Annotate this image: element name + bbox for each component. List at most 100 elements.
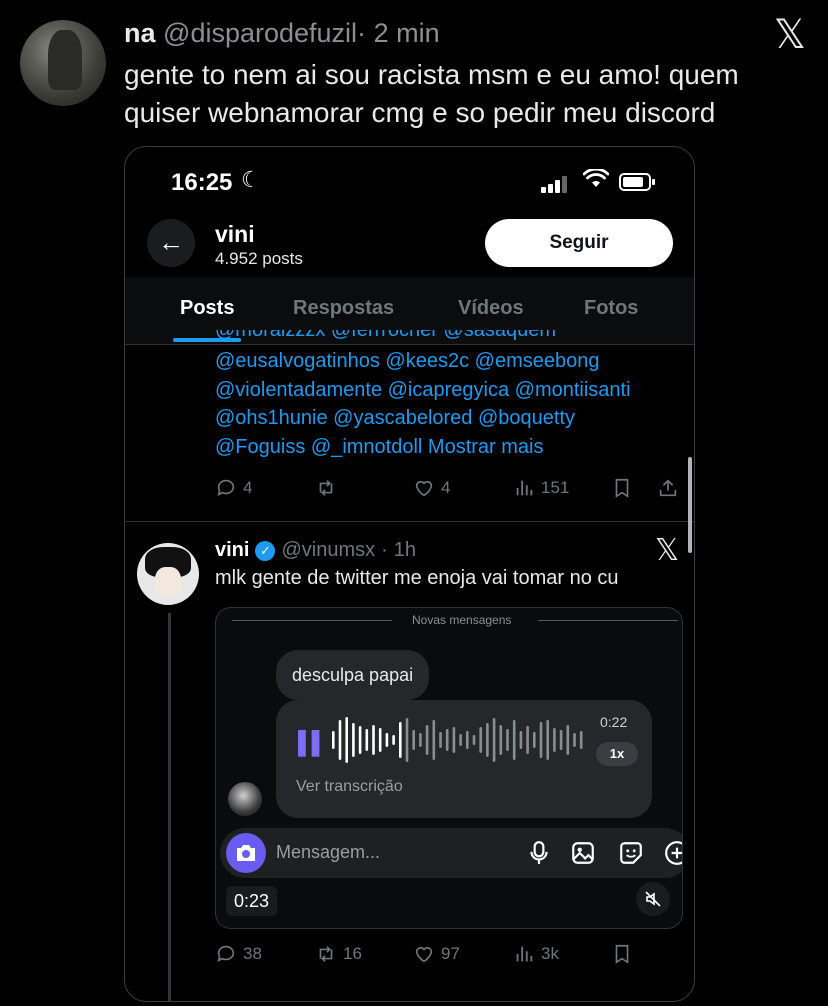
- mention-line-clipped[interactable]: @moraizzzx @ferrrocher @sasaquem: [215, 330, 675, 340]
- share-icon: [659, 479, 677, 497]
- like-count: 97: [441, 944, 460, 963]
- image-icon[interactable]: [570, 840, 596, 866]
- tab-fotos[interactable]: Fotos: [584, 297, 638, 320]
- author-name[interactable]: na: [124, 18, 156, 48]
- reply-count: 38: [243, 944, 262, 963]
- follow-button[interactable]: Seguir: [485, 219, 673, 267]
- wifi-icon: [582, 167, 610, 195]
- camera-button[interactable]: [226, 833, 266, 873]
- camera-icon: [237, 845, 255, 861]
- x-logo-icon: 𝕏: [773, 12, 806, 58]
- new-messages-label: Novas mensagens: [412, 613, 512, 627]
- views-icon: [516, 946, 533, 962]
- sticker-icon[interactable]: [618, 840, 644, 866]
- sender-avatar: [228, 782, 262, 816]
- views-count: 151: [541, 478, 570, 497]
- reply-button[interactable]: 38: [215, 943, 262, 965]
- waveform-bar: [512, 720, 516, 760]
- reply-icon: [217, 945, 235, 962]
- waveform-bar: [526, 726, 529, 754]
- divider-line: [232, 620, 392, 621]
- waveform-bar: [392, 735, 395, 745]
- back-button[interactable]: ←: [147, 219, 195, 267]
- post-author-handle[interactable]: @vinumsx: [281, 539, 375, 562]
- waveform-bar: [405, 718, 409, 762]
- waveform-bar: [372, 725, 375, 755]
- microphone-icon[interactable]: [526, 840, 552, 866]
- bookmark-button[interactable]: [611, 943, 633, 965]
- voice-message-bubble: ▌▌ 0:22 1x Ver transcrição: [276, 700, 652, 818]
- pause-icon[interactable]: ▌▌: [298, 730, 327, 756]
- message-input[interactable]: Mensagem...: [276, 842, 380, 863]
- attached-screenshot[interactable]: 16:25 ☾ ← vini 4.952 posts Seguir Posts …: [124, 146, 695, 1002]
- views-button[interactable]: 3k: [513, 943, 559, 965]
- author-avatar[interactable]: [20, 20, 106, 106]
- tab-posts[interactable]: Posts: [180, 297, 234, 320]
- bookmark-icon: [615, 478, 629, 498]
- battery-icon: [619, 173, 655, 191]
- waveform-bar: [546, 720, 549, 760]
- retweet-button[interactable]: 16: [315, 943, 362, 965]
- post-timestamp[interactable]: 1h: [394, 539, 416, 562]
- share-button[interactable]: [657, 477, 679, 499]
- views-button[interactable]: 151: [513, 477, 569, 499]
- waveform-bar: [466, 731, 469, 749]
- waveform-bar: [499, 725, 503, 755]
- heart-icon: [415, 947, 433, 963]
- speaker-muted-icon: [645, 891, 661, 907]
- audio-waveform[interactable]: [332, 714, 588, 766]
- heart-icon: [415, 481, 433, 497]
- author-handle[interactable]: @disparodefuzil: [163, 18, 357, 48]
- status-bar: 16:25 ☾: [125, 147, 694, 219]
- like-button[interactable]: 4: [413, 477, 450, 499]
- mention-line[interactable]: @violentadamente @icapregyica @montiisan…: [215, 376, 685, 405]
- bookmark-button[interactable]: [611, 477, 633, 499]
- like-button[interactable]: 97: [413, 943, 460, 965]
- waveform-bar: [472, 735, 476, 745]
- profile-header: ← vini 4.952 posts Seguir: [125, 219, 694, 279]
- post-media-dm-screenshot[interactable]: Novas mensagens desculpa papai ▌▌ 0:22 1…: [215, 607, 683, 929]
- post-author-name[interactable]: vini: [215, 539, 249, 562]
- waveform-bar: [432, 720, 436, 760]
- waveform-bar: [559, 730, 563, 750]
- divider-line: [538, 620, 678, 621]
- mention-line[interactable]: @ohs1hunie @yascabelored @boquetty: [215, 404, 685, 433]
- waveform-bar: [579, 731, 583, 749]
- avatar-figure: [48, 30, 82, 90]
- profile-name: vini: [215, 221, 255, 247]
- reply-icon: [217, 479, 235, 496]
- reply-button[interactable]: 4: [215, 477, 252, 499]
- waveform-bar: [452, 727, 456, 753]
- scrollbar[interactable]: [688, 457, 692, 553]
- arrow-left-icon: ←: [158, 227, 184, 257]
- waveform-bar: [338, 720, 342, 760]
- waveform-bar: [486, 723, 489, 757]
- new-messages-divider: Novas mensagens: [232, 613, 678, 627]
- post-avatar[interactable]: [137, 543, 199, 605]
- waveform-bar: [365, 729, 369, 751]
- mute-button[interactable]: [636, 882, 670, 916]
- mention-line[interactable]: @Foguiss @_imnotdoll Mostrar mais: [215, 433, 685, 462]
- message-bubble: desculpa papai: [276, 650, 430, 700]
- view-transcript-link[interactable]: Ver transcrição: [296, 778, 403, 796]
- waveform-bar: [539, 722, 543, 758]
- previous-post-actions: 4 4 151: [215, 477, 685, 507]
- status-time: 16:25: [171, 169, 233, 196]
- waveform-bar: [332, 731, 335, 749]
- mention-line[interactable]: @eusalvogatinhos @kees2c @emseebong: [215, 347, 685, 376]
- waveform-bar: [345, 717, 348, 763]
- tab-videos[interactable]: Vídeos: [458, 297, 524, 320]
- waveform-bar: [439, 732, 442, 748]
- retweet-button[interactable]: [315, 477, 343, 499]
- plus-icon[interactable]: [664, 840, 683, 866]
- post-divider: [125, 521, 694, 522]
- waveform-bar: [533, 732, 536, 748]
- header-separator: ·: [357, 18, 367, 48]
- waveform-bar: [506, 729, 509, 751]
- playback-speed-button[interactable]: 1x: [596, 742, 638, 766]
- mention-list: @moraizzzx @ferrrocher @sasaquem @eusalv…: [215, 330, 685, 462]
- tab-respostas[interactable]: Respostas: [293, 297, 394, 320]
- post-separator: ·: [381, 539, 388, 561]
- tweet-timestamp[interactable]: 2 min: [374, 18, 440, 48]
- waveform-bar: [519, 731, 523, 749]
